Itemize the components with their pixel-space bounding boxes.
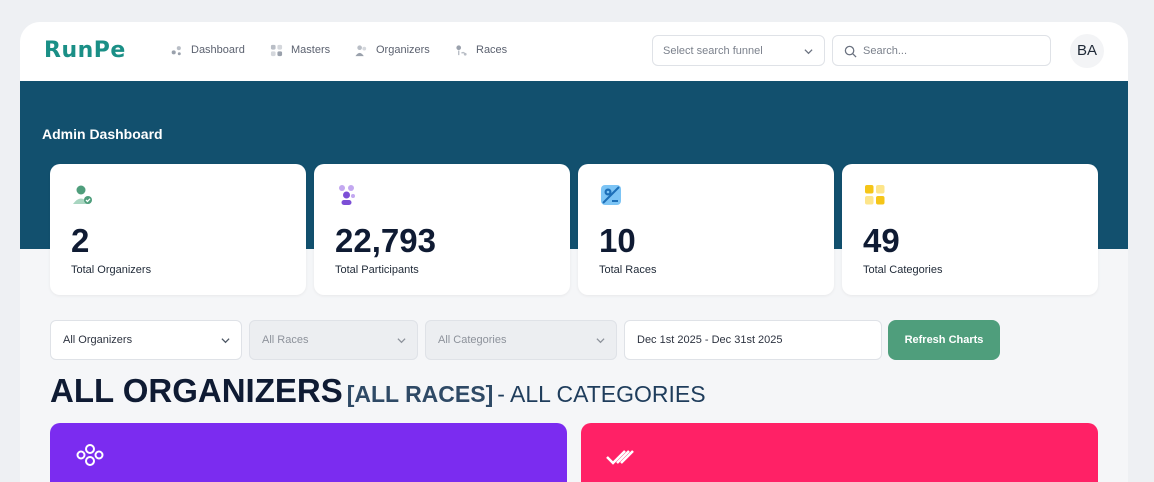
refresh-charts-button[interactable]: Refresh Charts bbox=[888, 320, 1000, 360]
app-window: RunPe Dashboard Masters Organizers Races bbox=[20, 22, 1128, 482]
page-title: Admin Dashboard bbox=[42, 126, 163, 142]
section-heading: ALL ORGANIZERS [ALL RACES] - ALL CATEGOR… bbox=[50, 372, 706, 412]
nav-races[interactable]: Races bbox=[455, 42, 507, 58]
double-check-icon bbox=[606, 450, 634, 465]
nav-label: Dashboard bbox=[191, 44, 245, 56]
stat-value: 10 bbox=[599, 222, 636, 259]
search-placeholder: Search... bbox=[863, 45, 908, 57]
stat-card-participants: 22,793 Total Participants bbox=[314, 164, 570, 295]
organizers-filter[interactable]: All Organizers bbox=[50, 320, 242, 360]
nav-label: Organizers bbox=[376, 44, 430, 56]
stat-label: Total Races bbox=[599, 264, 657, 276]
completion-summary-card bbox=[581, 423, 1098, 482]
categories-grid-icon bbox=[865, 185, 885, 205]
brand-logo[interactable]: RunPe bbox=[44, 38, 126, 63]
chevron-down-icon bbox=[596, 338, 605, 344]
nav-organizers[interactable]: Organizers bbox=[355, 42, 430, 58]
chevron-down-icon bbox=[804, 49, 813, 55]
top-navbar: RunPe Dashboard Masters Organizers Races bbox=[20, 22, 1128, 81]
date-range-input[interactable]: Dec 1st 2025 - Dec 31st 2025 bbox=[624, 320, 882, 360]
stat-value: 2 bbox=[71, 222, 90, 259]
stat-label: Total Participants bbox=[335, 264, 419, 276]
categories-filter-value: All Categories bbox=[438, 334, 507, 346]
stat-label: Total Categories bbox=[863, 264, 943, 276]
categories-filter[interactable]: All Categories bbox=[425, 320, 617, 360]
chevron-down-icon bbox=[397, 338, 406, 344]
participants-icon bbox=[339, 185, 355, 205]
nav-label: Masters bbox=[291, 44, 331, 56]
search-input[interactable]: Search... bbox=[832, 35, 1051, 66]
organizers-icon bbox=[355, 44, 367, 56]
heading-races: [ALL RACES] bbox=[346, 381, 494, 407]
group-icon bbox=[76, 444, 104, 466]
heading-categories: - ALL CATEGORIES bbox=[497, 381, 706, 407]
stat-value: 22,793 bbox=[335, 222, 436, 259]
stat-card-organizers: 2 Total Organizers bbox=[50, 164, 306, 295]
nav-masters[interactable]: Masters bbox=[270, 42, 330, 58]
funnel-placeholder: Select search funnel bbox=[663, 45, 763, 57]
nav-dashboard[interactable]: Dashboard bbox=[170, 42, 245, 58]
organizers-filter-value: All Organizers bbox=[63, 334, 133, 346]
races-filter-value: All Races bbox=[262, 334, 309, 346]
heading-organizers: ALL ORGANIZERS bbox=[50, 372, 343, 409]
dashboard-icon bbox=[171, 45, 181, 55]
user-avatar[interactable]: BA bbox=[1070, 34, 1104, 68]
stat-card-races: 10 Total Races bbox=[578, 164, 834, 295]
races-icon bbox=[456, 44, 467, 56]
nav-label: Races bbox=[476, 44, 508, 56]
chevron-down-icon bbox=[221, 338, 230, 344]
stat-value: 49 bbox=[863, 222, 900, 259]
races-filter[interactable]: All Races bbox=[249, 320, 418, 360]
stat-label: Total Organizers bbox=[71, 264, 152, 276]
map-pin-icon bbox=[601, 185, 621, 205]
stat-card-categories: 49 Total Categories bbox=[842, 164, 1098, 295]
organizers-summary-card bbox=[50, 423, 567, 482]
search-icon bbox=[844, 45, 857, 58]
search-funnel-select[interactable]: Select search funnel bbox=[652, 35, 825, 66]
organizer-check-icon bbox=[73, 185, 92, 204]
masters-icon bbox=[270, 44, 283, 56]
date-range-value: Dec 1st 2025 - Dec 31st 2025 bbox=[637, 334, 783, 346]
